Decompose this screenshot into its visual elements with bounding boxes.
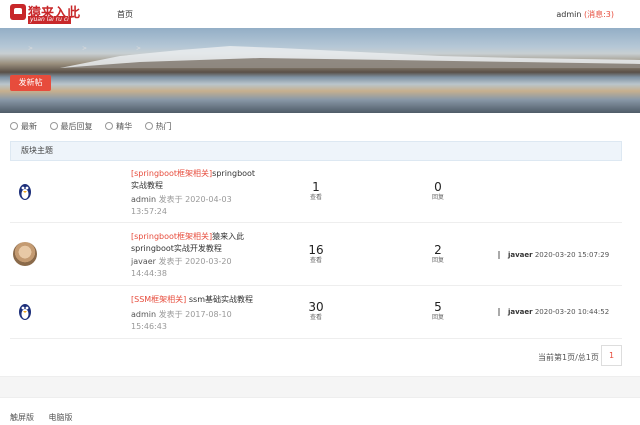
footer-links: 触屏版 电脑版 [10,412,85,423]
post-time: 14:44:38 [131,269,167,278]
thread-category[interactable]: [SSM框架相关] [131,295,186,304]
user-area: admin (消息:3) [556,9,614,20]
pc-version-link[interactable]: 电脑版 [49,413,73,422]
posted-prefix: 发表于 [158,257,183,266]
views-stat: 30 查看 [301,300,331,322]
thread-row: [springboot框架相关]springboot实战教程 admin 发表于… [10,162,622,223]
last-reply-info: javaer 2020-03-20 10:44:52 [498,308,609,316]
views-stat: 1 查看 [301,180,331,202]
thread-meta: admin 发表于 2020-04-03 13:57:24 [131,194,251,218]
nav-home-link[interactable]: 首页 [117,9,133,20]
last-reply-user[interactable]: javaer [508,308,533,316]
post-time: 13:57:24 [131,207,167,216]
pagination-info: 当前第1页/总1页 [538,353,599,362]
messages-link[interactable]: (消息:3) [584,10,614,19]
thread-category[interactable]: [springboot框架相关] [131,169,212,178]
tab-featured[interactable]: 精华 [105,121,132,132]
thread-author[interactable]: admin [131,195,156,204]
post-date: 2020-03-20 [185,257,232,266]
penguin-icon [19,184,31,200]
site-logo[interactable]: 猿来入此 yuan lai ru ci [10,2,88,24]
new-post-button[interactable]: 发新帖 [10,75,51,91]
tab-label: 热门 [155,122,172,131]
breadcrumb-separator: > [28,45,34,52]
replies-label: 回复 [431,194,444,201]
post-time: 15:46:43 [131,322,167,331]
views-count: 16 [308,243,324,257]
replies-count: 5 [434,300,442,314]
thread-filter-tabs: 最新 最后回复 精华 热门 [10,121,182,133]
section-title: 版块主题 [10,141,622,161]
page-button-current[interactable]: 1 [601,345,622,366]
thread-title-link[interactable]: [springboot框架相关]springboot实战教程 [131,168,263,192]
tab-label: 精华 [116,122,133,131]
thread-row: [SSM框架相关] ssm基础实战教程 admin 发表于 2017-08-10… [10,286,622,339]
last-reply-time: 2020-03-20 10:44:52 [534,308,610,316]
penguin-avatar[interactable] [13,299,37,323]
thread-category[interactable]: [springboot框架相关] [131,232,212,241]
replies-count: 0 [434,180,442,194]
posted-prefix: 发表于 [158,310,183,319]
thread-author[interactable]: admin [131,310,156,319]
last-reply-user[interactable]: javaer [508,251,533,259]
views-label: 查看 [309,257,322,264]
clock-icon [10,122,18,130]
replies-label: 回复 [431,314,444,321]
views-count: 30 [308,300,324,314]
thread-row: [springboot框架相关]猿来入此springboot实战开发教程 jav… [10,223,622,286]
logo-badge-icon [10,4,26,20]
photo-avatar[interactable] [13,242,37,266]
fire-icon [144,122,153,130]
posted-prefix: 发表于 [158,195,183,204]
post-date: 2020-04-03 [185,195,232,204]
penguin-avatar[interactable] [13,179,37,203]
replies-stat: 0 回复 [423,180,453,202]
views-label: 查看 [309,314,322,321]
thread-title[interactable]: ssm基础实战教程 [189,295,253,304]
views-stat: 16 查看 [301,243,331,265]
thread-title-link[interactable]: [SSM框架相关] ssm基础实战教程 [131,294,263,306]
penguin-icon [19,304,31,320]
banner: > > > 发新帖 [0,28,640,113]
tab-hot[interactable]: 热门 [144,121,172,132]
post-date: 2017-08-10 [185,310,232,319]
thread-title-link[interactable]: [springboot框架相关]猿来入此springboot实战开发教程 [131,231,263,255]
tab-label: 最后回复 [60,122,93,131]
tab-label: 最新 [21,122,37,131]
top-header: 猿来入此 yuan lai ru ci 首页 admin (消息:3) [0,0,640,28]
thread-meta: javaer 发表于 2020-03-20 14:44:38 [131,256,251,280]
tab-last-reply[interactable]: 最后回复 [49,121,93,132]
replies-label: 回复 [431,257,444,264]
user-name-link[interactable]: admin [556,10,581,19]
views-label: 查看 [309,194,322,201]
thread-author[interactable]: javaer [131,257,156,266]
thread-meta: admin 发表于 2017-08-10 15:46:43 [131,309,251,333]
views-count: 1 [312,180,320,194]
breadcrumb-separator: > [82,45,88,52]
touch-version-link[interactable]: 触屏版 [10,413,34,422]
mountain-illustration [60,46,640,68]
replies-stat: 5 回复 [423,300,453,322]
breadcrumb-separator: > [136,45,142,52]
logo-subtitle: yuan lai ru ci [28,16,71,24]
chat-icon [49,122,58,130]
replies-stat: 2 回复 [423,243,453,265]
tab-latest[interactable]: 最新 [10,121,37,132]
replies-count: 2 [434,243,442,257]
star-icon [105,122,114,130]
footer-band [0,376,640,398]
last-reply-info: javaer 2020-03-20 15:07:29 [498,251,609,259]
last-reply-time: 2020-03-20 15:07:29 [534,251,610,259]
